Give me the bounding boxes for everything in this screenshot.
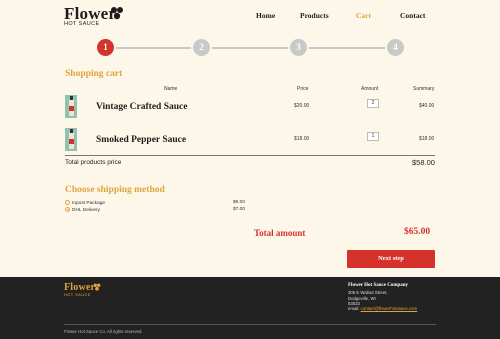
quantity-input[interactable]: 2	[367, 99, 379, 108]
shipping-option-inpost[interactable]: Inpost Package	[65, 199, 106, 206]
step-1: 1	[97, 39, 114, 56]
total-amount-value: $65.00	[404, 227, 431, 237]
radio-button-selected[interactable]	[65, 206, 70, 212]
footer-divider	[64, 324, 436, 325]
footer-brand-name: Flower	[64, 282, 96, 293]
footer-email-row: email: contact@flowerhotsauce.com	[348, 306, 417, 311]
col-header-amount: Amount	[361, 86, 379, 92]
product-name[interactable]: Vintage Crafted Sauce	[96, 102, 187, 112]
product-name[interactable]: Smoked Pepper Sauce	[96, 135, 186, 145]
checkout-progress-track	[106, 47, 396, 49]
step-3: 3	[290, 39, 307, 56]
step-2: 2	[193, 39, 210, 56]
shipping-title: Choose shipping method	[65, 185, 165, 195]
radio-button[interactable]	[65, 199, 70, 205]
shipping-option-label: DHL Delivery	[72, 207, 101, 213]
footer-address-line: 305 E Walnut Street,	[348, 290, 388, 295]
footer-email-label: email:	[348, 306, 360, 311]
brand-name: Flower	[64, 4, 117, 23]
divider	[65, 155, 435, 156]
footer-copyright: Flower Hot Sauce Co. All rights reserved…	[64, 329, 143, 334]
footer-company-name: Flower Hot Sauce Company	[348, 283, 409, 288]
shipping-option-label: Inpost Package	[72, 200, 106, 206]
shipping-option-dhl[interactable]: DHL Delivery	[65, 206, 101, 213]
col-header-price: Price	[297, 86, 309, 92]
flower-icon	[93, 283, 101, 291]
shipping-price: $6.00	[233, 200, 246, 205]
nav-home[interactable]: Home	[256, 11, 275, 20]
nav-products[interactable]: Products	[300, 11, 329, 20]
product-summary: $18.00	[419, 136, 435, 142]
nav-cart[interactable]: Cart	[356, 11, 371, 20]
quantity-input[interactable]: 1	[367, 132, 379, 141]
product-thumbnail[interactable]	[65, 128, 77, 151]
flower-icon	[111, 7, 123, 20]
footer-brand-tagline: HOT SAUCE	[64, 292, 91, 297]
total-products-label: Total products price	[65, 159, 122, 166]
next-step-button[interactable]: Next step	[347, 250, 435, 268]
brand-logo[interactable]: Flower HOT SAUCE	[64, 4, 123, 27]
product-price: $20.00	[294, 103, 310, 109]
footer-email-link[interactable]: contact@flowerhotsauce.com	[361, 306, 417, 311]
product-thumbnail[interactable]	[65, 95, 77, 118]
product-price: $18.00	[294, 136, 310, 142]
col-header-summary: Summary	[413, 86, 435, 92]
nav-contact[interactable]: Contact	[400, 11, 425, 20]
total-products-value: $58.00	[412, 158, 435, 167]
site-header: Flower HOT SAUCE Home Products Cart Cont…	[0, 0, 500, 34]
step-4: 4	[387, 39, 404, 56]
col-header-name: Name	[164, 86, 178, 92]
cart-title: Shopping cart	[65, 69, 123, 79]
shipping-price: $7.00	[233, 207, 246, 212]
total-amount-label: Total amount	[254, 228, 306, 238]
product-summary: $40.00	[419, 103, 435, 109]
footer-logo[interactable]: Flower HOT SAUCE	[64, 282, 101, 298]
